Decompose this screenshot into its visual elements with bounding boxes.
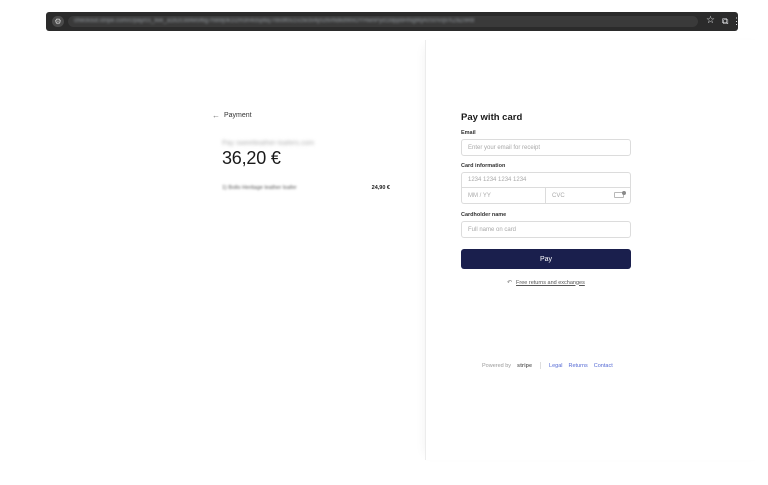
url-text: checkout.stripe.com/c/pay/cs_live_a1b2c3… — [74, 18, 475, 24]
cardholder-name-placeholder: Full name on card — [468, 226, 517, 233]
line-item: 1) Bollo Heritage leather loafer 24,90 € — [222, 185, 390, 191]
returns-link[interactable]: Free returns and exchanges — [516, 280, 585, 286]
footer: Powered by stripe Legal Returns Contact — [482, 362, 613, 369]
browser-menu-icon[interactable]: ⋮ — [732, 14, 741, 28]
expiry-placeholder: MM / YY — [468, 192, 491, 199]
form-title: Pay with card — [461, 112, 523, 123]
email-placeholder: Enter your email for receipt — [468, 144, 541, 151]
returns-row: ↶ Free returns and exchanges — [507, 279, 585, 287]
footer-link-legal[interactable]: Legal — [549, 363, 562, 369]
pay-button-label: Pay — [539, 255, 553, 263]
back-label: Payment — [224, 112, 252, 119]
card-number-input[interactable]: 1234 1234 1234 1234 — [461, 172, 631, 188]
footer-divider — [540, 362, 542, 369]
cardholder-name-label: Cardholder name — [461, 212, 507, 218]
return-arrow-icon: ↶ — [507, 280, 513, 286]
pay-button[interactable]: Pay — [461, 249, 631, 269]
merchant-name: Pay sweetleather-loafers.com — [222, 140, 315, 147]
line-item-price: 24,90 € — [371, 185, 390, 191]
cvc-placeholder: CVC — [552, 192, 565, 199]
cvc-card-icon — [614, 191, 626, 198]
cardholder-name-input[interactable]: Full name on card — [461, 221, 631, 238]
back-link[interactable]: ← Payment — [212, 111, 252, 120]
email-label: Email — [461, 130, 476, 136]
card-number-placeholder: 1234 1234 1234 1234 — [468, 177, 527, 183]
back-arrow-icon: ← — [212, 111, 220, 120]
bookmark-star-icon[interactable]: ☆ — [706, 14, 715, 28]
site-settings-icon[interactable]: ⚙ — [52, 16, 64, 27]
powered-by-label: Powered by — [482, 362, 512, 369]
browser-toolbar: ⚙ checkout.stripe.com/c/pay/cs_live_a1b2… — [46, 12, 741, 31]
line-item-name: 1) Bollo Heritage leather loafer — [222, 185, 297, 191]
cvc-input[interactable]: CVC — [546, 188, 631, 204]
extensions-icon[interactable]: ⧉ — [722, 14, 728, 28]
address-bar[interactable]: checkout.stripe.com/c/pay/cs_live_a1b2c3… — [68, 16, 698, 27]
expiry-input[interactable]: MM / YY — [461, 188, 546, 204]
order-summary-panel — [0, 40, 425, 460]
total-amount: 36,20 € — [222, 148, 281, 168]
footer-link-contact[interactable]: Contact — [594, 363, 613, 369]
card-information-label: Card information — [461, 163, 506, 169]
email-input[interactable]: Enter your email for receipt — [461, 139, 631, 156]
footer-link-returns[interactable]: Returns — [569, 363, 588, 369]
stripe-logo[interactable]: stripe — [517, 363, 532, 369]
